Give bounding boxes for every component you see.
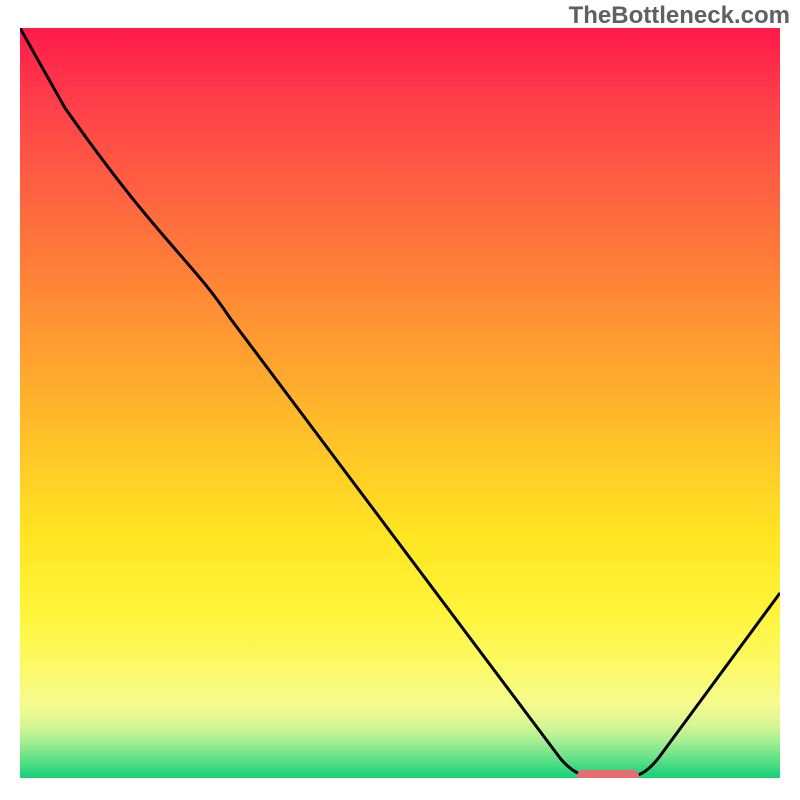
plot-area [20, 28, 780, 778]
x-axis-gutter [20, 778, 780, 800]
y-axis-gutter [0, 28, 20, 778]
bottleneck-curve [20, 28, 780, 778]
optimal-zone-marker [577, 770, 639, 778]
curve-path [20, 28, 780, 776]
watermark-text: TheBottleneck.com [569, 2, 790, 30]
bottleneck-chart: TheBottleneck.com [0, 0, 800, 800]
